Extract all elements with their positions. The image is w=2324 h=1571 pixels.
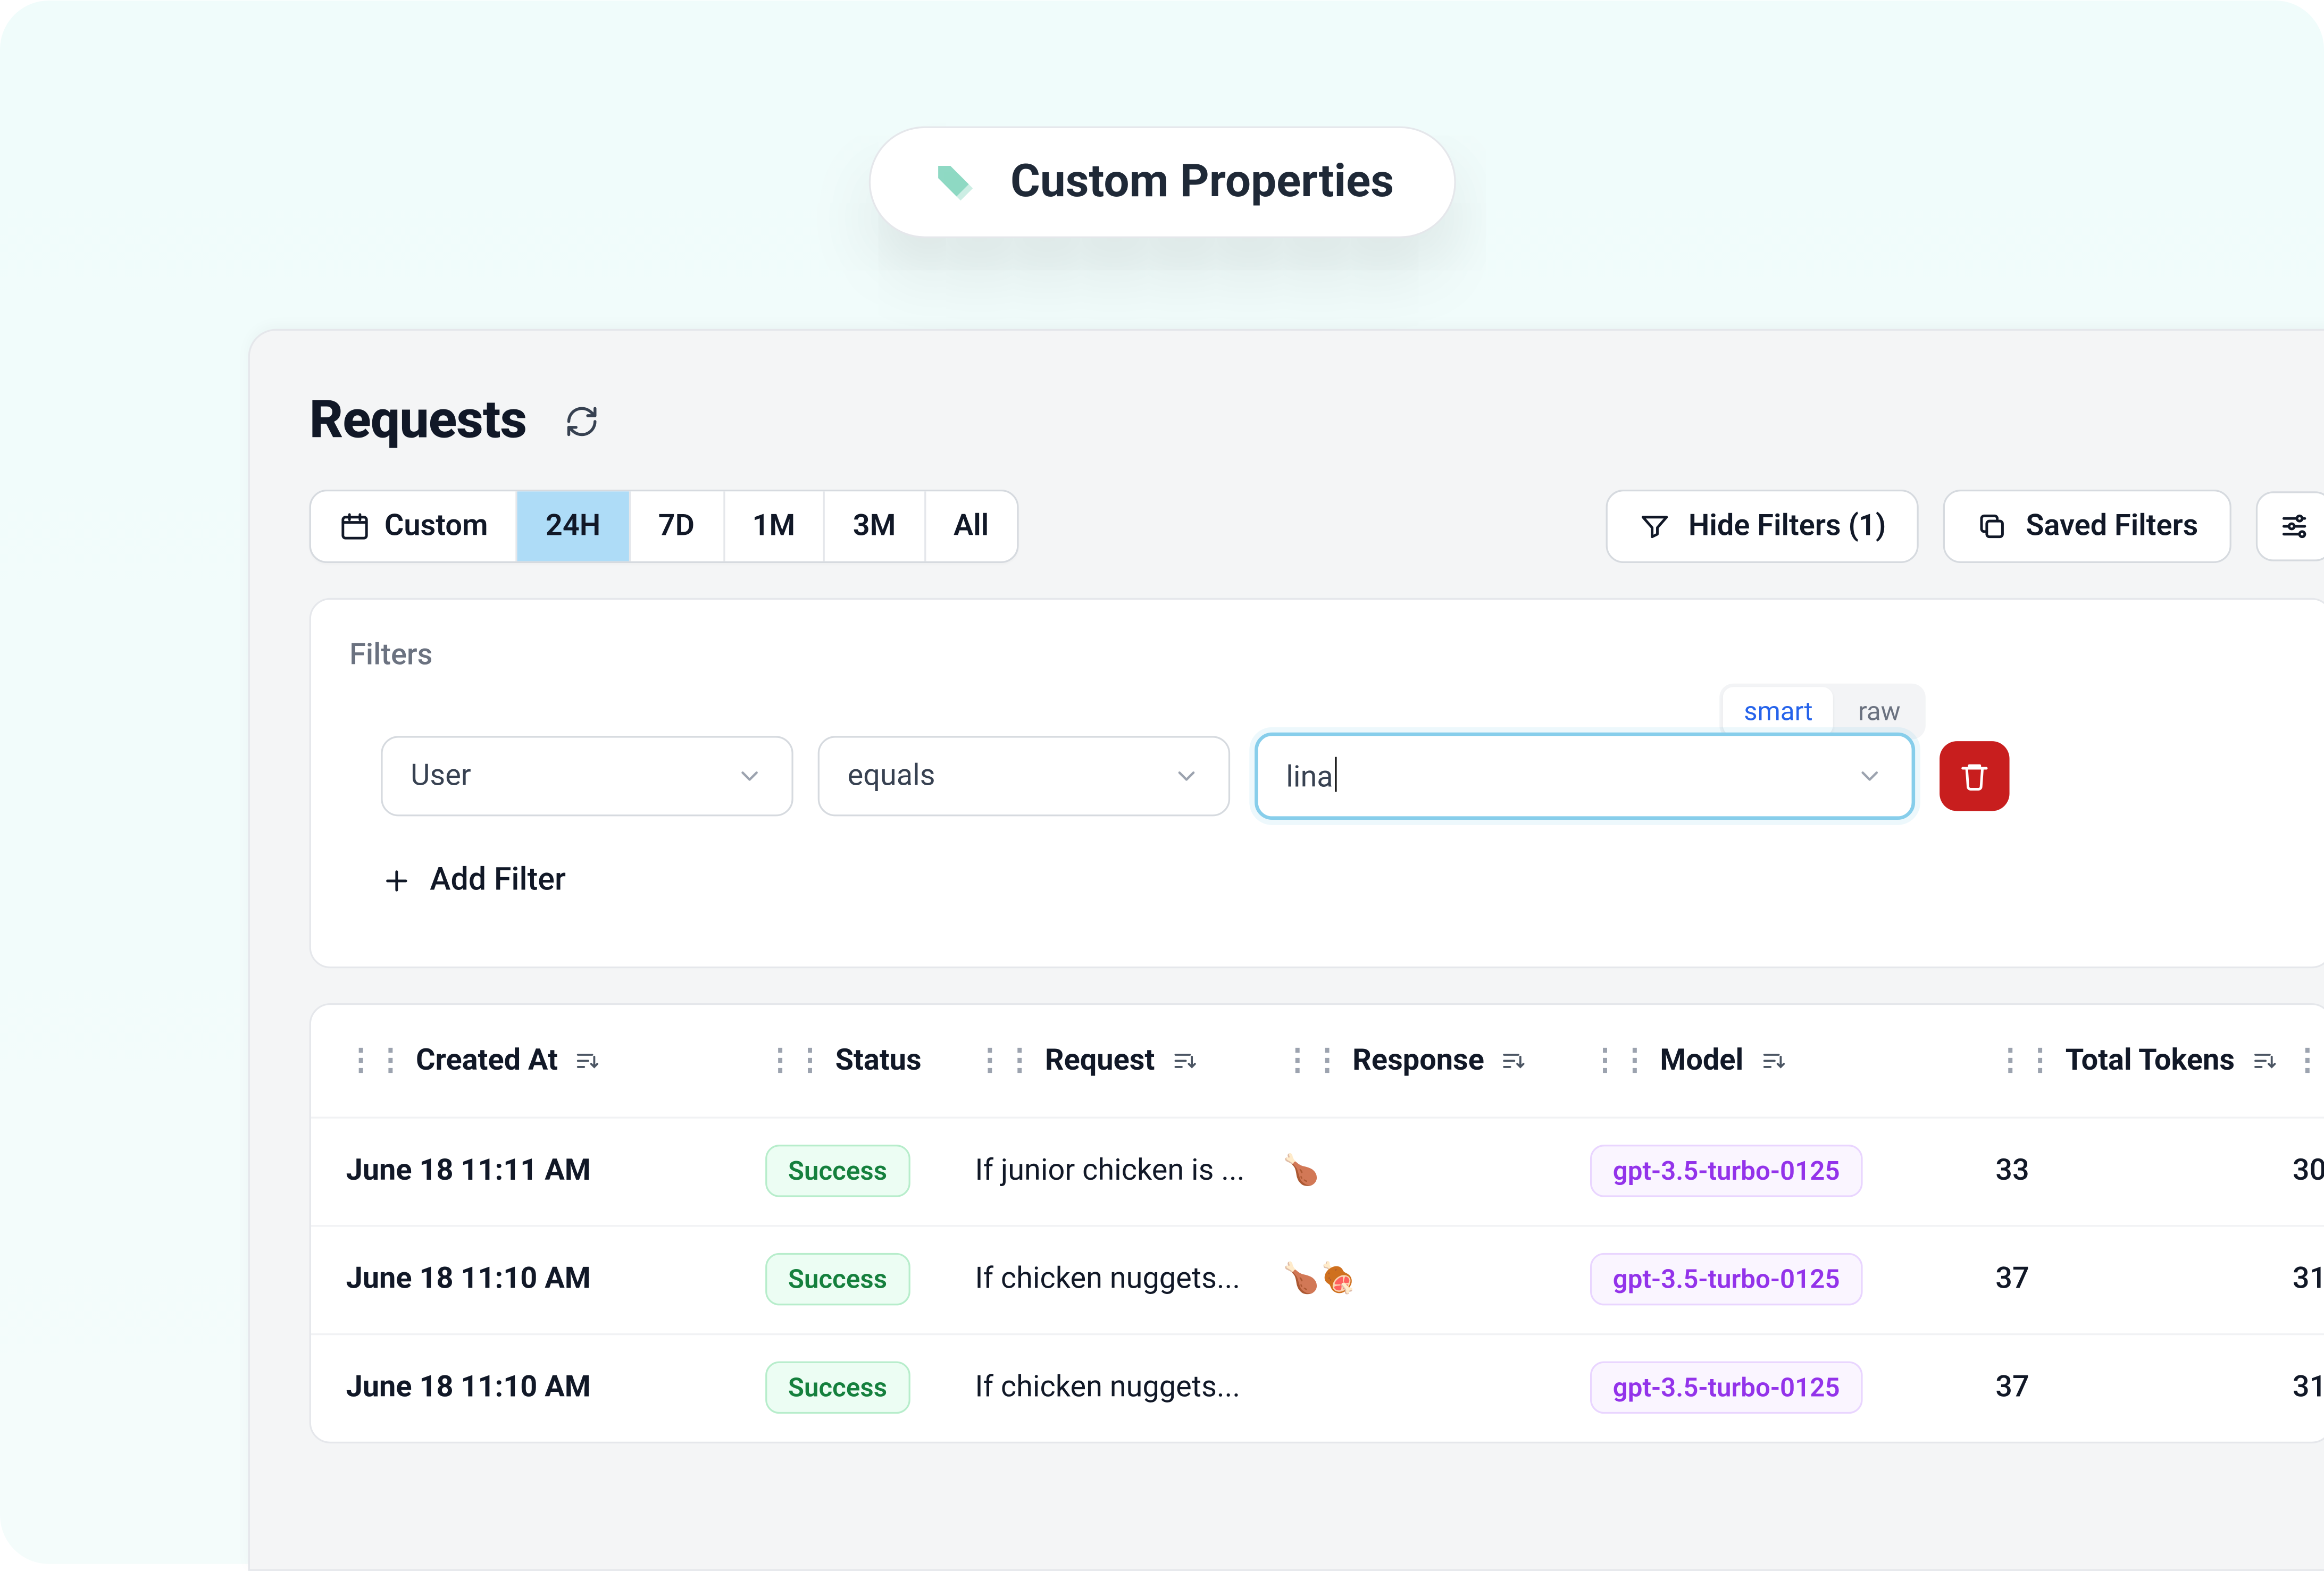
time-range-3m[interactable]: 3M	[825, 491, 925, 561]
trash-icon	[1959, 760, 1990, 792]
model-badge: gpt-3.5-turbo-0125	[1590, 1145, 1862, 1197]
column-header-status[interactable]: ⋮⋮ Status	[765, 1043, 975, 1078]
grip-icon: ⋮⋮	[1283, 1043, 1342, 1078]
cell-response: 🍗🍖	[1283, 1262, 1590, 1297]
time-range-custom[interactable]: Custom	[311, 491, 517, 561]
column-header-model[interactable]: ⋮⋮ Model	[1590, 1043, 1995, 1078]
model-badge: gpt-3.5-turbo-0125	[1590, 1361, 1862, 1414]
cell-created-at: June 18 11:10 AM	[346, 1370, 766, 1405]
cell-request: If chicken nuggets...	[975, 1370, 1282, 1405]
time-range-all[interactable]: All	[925, 491, 1016, 561]
filter-mode-raw[interactable]: raw	[1837, 687, 1921, 736]
cell-total-tokens: 33	[1995, 1153, 2293, 1188]
table-row[interactable]: June 18 11:11 AMSuccess If junior chicken…	[311, 1116, 2324, 1224]
cell-created-at: June 18 11:11 AM	[346, 1153, 766, 1188]
filter-row-wrap: smart raw User equals	[349, 732, 2293, 819]
column-header-total-tokens[interactable]: ⋮⋮ Total Tokens	[1995, 1043, 2293, 1078]
filter-mode-smart[interactable]: smart	[1723, 687, 1834, 736]
hide-filters-button[interactable]: Hide Filters (1)	[1606, 490, 1919, 563]
time-range-24h[interactable]: 24H	[517, 491, 630, 561]
grip-icon: ⋮⋮	[346, 1043, 406, 1078]
filters-title: Filters	[349, 638, 2293, 673]
time-range-segmented: Custom 24H 7D 1M 3M All	[310, 490, 1019, 563]
table-row[interactable]: June 18 11:10 AMSuccess If chicken nugget…	[311, 1224, 2324, 1332]
sort-icon	[1502, 1047, 1526, 1072]
cell-model: gpt-3.5-turbo-0125	[1590, 1253, 1995, 1305]
settings-button[interactable]	[2256, 491, 2324, 561]
cell-extra: 30	[2293, 1153, 2324, 1188]
delete-filter-button[interactable]	[1940, 741, 2009, 811]
sliders-icon	[2279, 510, 2310, 542]
add-filter-label: Add Filter	[430, 861, 566, 898]
filters-card: Filters smart raw User equals	[310, 598, 2324, 967]
grip-icon: ⋮⋮	[1590, 1043, 1650, 1078]
hide-filters-label: Hide Filters (1)	[1688, 509, 1886, 544]
refresh-button[interactable]	[558, 396, 607, 445]
table-header: ⋮⋮ Created At ⋮⋮ Status ⋮⋮ Request	[311, 1004, 2324, 1115]
cell-status: Success	[765, 1361, 975, 1414]
filter-operator-select[interactable]: equals	[818, 736, 1230, 816]
table-row[interactable]: June 18 11:10 AMSuccess If chicken nugget…	[311, 1332, 2324, 1441]
sort-icon	[2252, 1047, 2277, 1072]
refresh-icon	[565, 403, 600, 438]
chevron-down-icon	[1855, 762, 1884, 790]
table-body: June 18 11:11 AMSuccessIf junior chicken…	[311, 1116, 2324, 1441]
cell-created-at: June 18 11:10 AM	[346, 1262, 766, 1297]
add-filter-button[interactable]: Add Filter	[381, 861, 566, 898]
cell-model: gpt-3.5-turbo-0125	[1590, 1361, 1995, 1414]
column-header-created-at[interactable]: ⋮⋮ Created At	[346, 1043, 766, 1078]
filter-mode-toggle: smart raw	[1719, 683, 1925, 739]
status-badge: Success	[765, 1253, 910, 1305]
filter-operator-value: equals	[848, 759, 1173, 794]
plus-icon	[381, 864, 412, 895]
status-badge: Success	[765, 1145, 910, 1197]
column-header-request[interactable]: ⋮⋮ Request	[975, 1043, 1282, 1078]
page-header: Requests	[310, 390, 2324, 451]
filter-value-input[interactable]: lina	[1255, 732, 1915, 819]
chevron-down-icon	[735, 762, 764, 790]
chevron-down-icon	[1173, 762, 1201, 790]
requests-table: ⋮⋮ Created At ⋮⋮ Status ⋮⋮ Request	[310, 1002, 2324, 1442]
tags-icon	[930, 157, 979, 206]
funnel-icon	[1640, 510, 1671, 542]
cell-extra: 31	[2293, 1370, 2324, 1405]
filter-value-text: lina	[1286, 757, 1855, 795]
cell-request: If chicken nuggets...	[975, 1262, 1282, 1297]
grip-icon: ⋮⋮	[1995, 1043, 2055, 1078]
time-range-custom-label: Custom	[384, 509, 488, 544]
cell-status: Success	[765, 1145, 975, 1197]
cell-model: gpt-3.5-turbo-0125	[1590, 1145, 1995, 1197]
copy-icon	[1977, 510, 2008, 542]
saved-filters-button[interactable]: Saved Filters	[1944, 490, 2231, 563]
column-header-response[interactable]: ⋮⋮ Response	[1283, 1043, 1590, 1078]
sort-icon	[1172, 1047, 1197, 1072]
filter-row: User equals lina	[381, 732, 2293, 819]
time-range-1m[interactable]: 1M	[724, 491, 825, 561]
app-window: Requests Custom 2	[248, 329, 2324, 1570]
filter-field-value: User	[411, 759, 735, 794]
calendar-icon	[339, 510, 370, 542]
grip-icon: ⋮⋮	[2293, 1043, 2324, 1078]
model-badge: gpt-3.5-turbo-0125	[1590, 1253, 1862, 1305]
sort-icon	[575, 1047, 600, 1072]
column-header-extra[interactable]: ⋮⋮	[2293, 1043, 2324, 1078]
cell-extra: 31	[2293, 1262, 2324, 1297]
filter-field-select[interactable]: User	[381, 736, 793, 816]
cell-response: 🍗	[1283, 1153, 1590, 1188]
cell-status: Success	[765, 1253, 975, 1305]
page-title: Requests	[310, 390, 527, 451]
cell-total-tokens: 37	[1995, 1370, 2293, 1405]
time-range-7d[interactable]: 7D	[630, 491, 724, 561]
custom-properties-chip[interactable]: Custom Properties	[869, 126, 1455, 238]
custom-properties-label: Custom Properties	[1010, 156, 1394, 208]
status-badge: Success	[765, 1361, 910, 1414]
cell-request: If junior chicken is ...	[975, 1153, 1282, 1188]
grip-icon: ⋮⋮	[765, 1043, 825, 1078]
cell-total-tokens: 37	[1995, 1262, 2293, 1297]
stage: Custom Properties Requests	[0, 1, 2324, 1564]
toolbar: Custom 24H 7D 1M 3M All Hide Filters (1)	[310, 490, 2324, 563]
sort-icon	[1761, 1047, 1785, 1072]
saved-filters-label: Saved Filters	[2026, 509, 2198, 544]
grip-icon: ⋮⋮	[975, 1043, 1034, 1078]
